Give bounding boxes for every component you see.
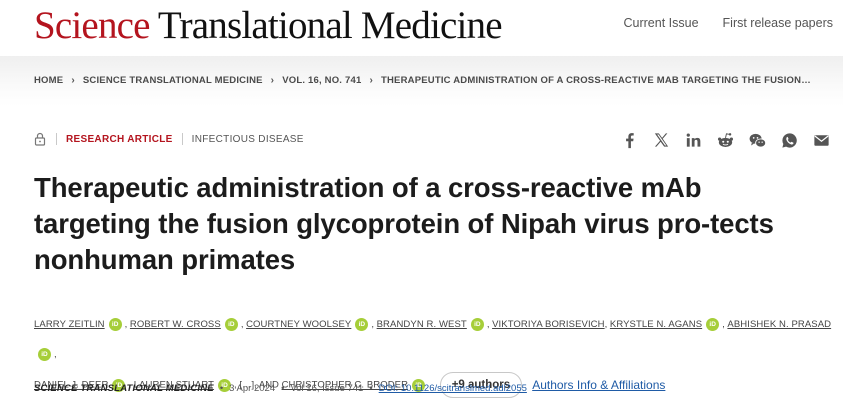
- site-header: Science Translational Medicine Current I…: [0, 0, 843, 50]
- share-bar: [620, 131, 831, 150]
- orcid-icon[interactable]: iD: [224, 317, 238, 331]
- nav-current-issue[interactable]: Current Issue: [624, 16, 699, 30]
- logo-science: Science: [34, 4, 150, 47]
- chevron-right-icon: ›: [270, 75, 275, 86]
- orcid-icon[interactable]: iD: [38, 347, 51, 361]
- citation-volume: Vol 16, Issue 741: [290, 383, 364, 394]
- separator-dot: •: [219, 383, 224, 394]
- breadcrumb-issue[interactable]: VOL. 16, NO. 741: [282, 75, 361, 86]
- breadcrumb: HOME › SCIENCE TRANSLATIONAL MEDICINE › …: [34, 75, 811, 86]
- author-name[interactable]: Larry Zeitlin: [34, 319, 105, 330]
- chevron-right-icon: ›: [71, 75, 75, 86]
- article-meta: RESEARCH ARTICLE INFECTIOUS DISEASE: [34, 132, 304, 146]
- article-type[interactable]: RESEARCH ARTICLE: [66, 134, 173, 145]
- separator-dot: •: [281, 383, 285, 394]
- facebook-icon[interactable]: [620, 131, 639, 150]
- breadcrumb-home[interactable]: HOME: [34, 75, 63, 86]
- orcid-icon[interactable]: iD: [355, 317, 369, 331]
- divider: [56, 133, 57, 145]
- logo-journal-name: Translational Medicine: [157, 4, 503, 47]
- lock-icon: [34, 132, 46, 146]
- doi-link[interactable]: DOI: 10.1126/scitranslmed.adl2055: [379, 383, 527, 394]
- separator-dot: •: [369, 383, 373, 394]
- wechat-icon[interactable]: [748, 131, 767, 150]
- author-name[interactable]: Courtney Woolsey: [246, 319, 351, 330]
- linkedin-icon[interactable]: [684, 131, 703, 150]
- reddit-icon[interactable]: [716, 131, 735, 150]
- author-name[interactable]: Krystle N. Agans: [610, 319, 702, 330]
- journal-logo[interactable]: Science Translational Medicine: [34, 4, 503, 47]
- citation-journal: SCIENCE TRANSLATIONAL MEDICINE: [34, 383, 214, 394]
- orcid-icon[interactable]: iD: [108, 317, 122, 331]
- author-name[interactable]: Abhishek N. Prasad: [727, 319, 831, 330]
- subject-tag[interactable]: INFECTIOUS DISEASE: [192, 134, 304, 145]
- breadcrumb-current: THERAPEUTIC ADMINISTRATION OF A CROSS-RE…: [380, 75, 811, 86]
- whatsapp-icon[interactable]: [780, 131, 799, 150]
- email-icon[interactable]: [812, 131, 831, 150]
- author-name[interactable]: Brandyn R. West: [377, 319, 467, 330]
- chevron-right-icon: ›: [369, 75, 373, 86]
- article-title: Therapeutic administration of a cross-re…: [34, 172, 774, 275]
- orcid-icon[interactable]: iD: [470, 317, 484, 331]
- citation-date: 3 Apr 2024: [229, 383, 276, 394]
- breadcrumb-journal[interactable]: SCIENCE TRANSLATIONAL MEDICINE: [83, 75, 263, 86]
- x-icon[interactable]: [652, 131, 671, 150]
- author-name[interactable]: Viktoriya Borisevich: [492, 319, 605, 330]
- divider: [181, 133, 183, 145]
- orcid-icon[interactable]: iD: [706, 317, 720, 331]
- authors-info-link[interactable]: Authors Info & Affiliations: [532, 378, 665, 392]
- citation-line: SCIENCE TRANSLATIONAL MEDICINE • 3 Apr 202…: [34, 383, 527, 394]
- nav-first-release[interactable]: First release papers: [723, 16, 833, 30]
- top-nav: Current Issue First release papers: [624, 16, 834, 30]
- author-name[interactable]: Robert W. Cross: [130, 319, 221, 330]
